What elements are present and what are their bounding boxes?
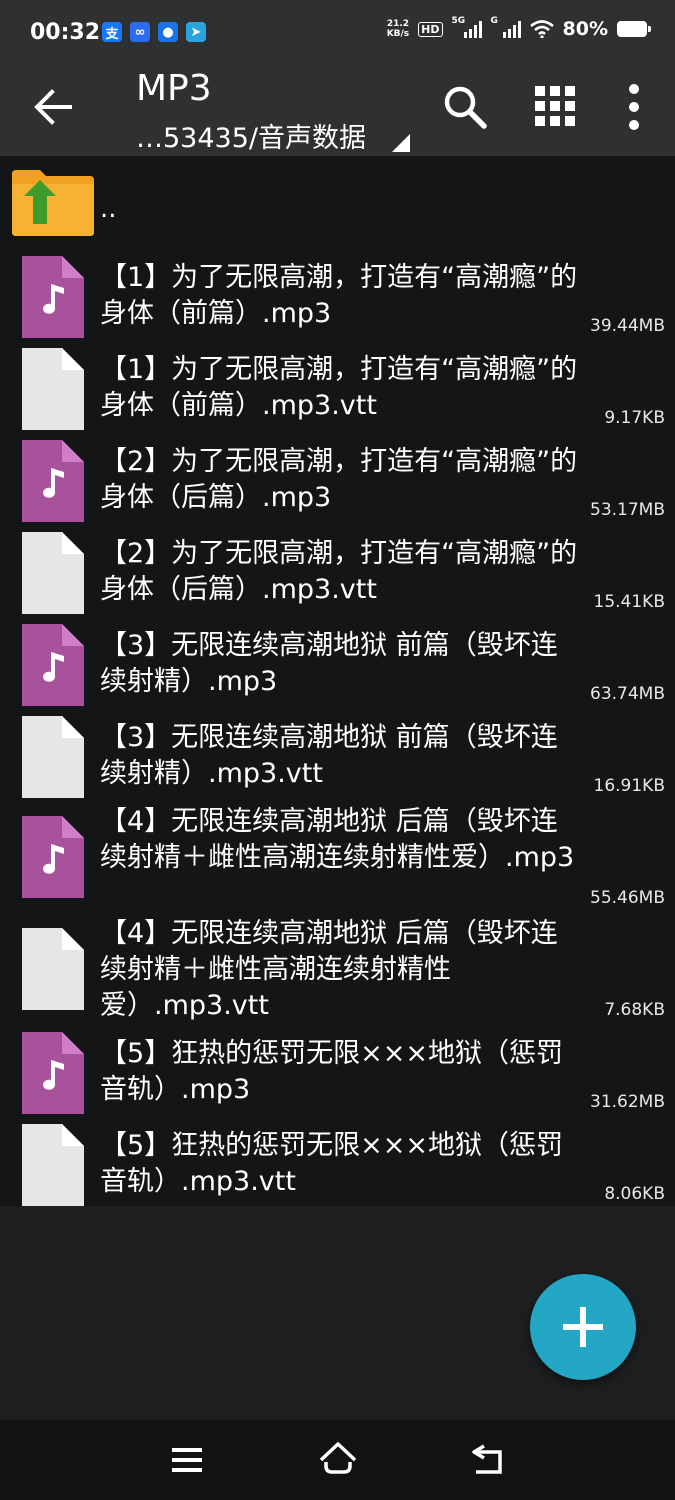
file-name: 【5】狂热的惩罚无限×××地狱（惩罚音轨）.mp3.vtt (100, 1130, 564, 1197)
file-row[interactable]: 【4】无限连续高潮地狱 后篇（毁坏连续射精＋雌性高潮连续射精性爱）.mp3.vt… (0, 914, 675, 1026)
qq-icon: ● (158, 22, 178, 42)
file-name: 【2】为了无限高潮，打造有“高潮瘾”的身体（后篇）.mp3 (100, 446, 578, 513)
home-icon[interactable] (318, 1440, 358, 1478)
text-file-icon (22, 348, 84, 430)
add-fab-button[interactable] (530, 1274, 636, 1380)
signal-5g-icon: 5G (452, 16, 482, 38)
file-name: 【4】无限连续高潮地狱 后篇（毁坏连续射精＋雌性高潮连续射精性爱）.mp3.vt… (100, 918, 558, 1021)
file-size: 53.17MB (590, 500, 665, 520)
audio-file-icon (22, 256, 84, 338)
file-name: 【4】无限连续高潮地狱 后篇（毁坏连续射精＋雌性高潮连续射精性爱）.mp3 (100, 806, 575, 873)
parent-folder-label: .. (100, 194, 117, 224)
back-arrow-icon[interactable] (30, 84, 76, 130)
status-time: 00:32 (30, 20, 101, 45)
folder-path[interactable]: …53435/音声数据 (136, 116, 366, 155)
file-size: 16.91KB (593, 776, 665, 796)
file-row[interactable]: 【2】为了无限高潮，打造有“高潮瘾”的身体（后篇）.mp3 53.17MB (0, 434, 675, 526)
app-bar: MP3 …53435/音声数据 (0, 66, 675, 156)
audio-file-icon (22, 816, 84, 898)
file-row[interactable]: 【5】狂热的惩罚无限×××地狱（惩罚音轨）.mp3 31.62MB (0, 1026, 675, 1118)
audio-file-icon (22, 440, 84, 522)
file-name: 【5】狂热的惩罚无限×××地狱（惩罚音轨）.mp3 (100, 1038, 564, 1105)
system-nav-bar (0, 1420, 675, 1500)
file-row[interactable]: 【3】无限连续高潮地狱 前篇（毁坏连续射精）.mp3 63.74MB (0, 618, 675, 710)
file-name: 【2】为了无限高潮，打造有“高潮瘾”的身体（后篇）.mp3.vtt (100, 538, 578, 605)
hd-voice-icon: HD (418, 21, 443, 37)
text-file-icon (22, 928, 84, 1010)
battery-icon (617, 21, 651, 37)
file-name: 【3】无限连续高潮地狱 前篇（毁坏连续射精）.mp3 (100, 630, 558, 697)
network-speed: 21.2 KB/s (386, 19, 410, 39)
folder-up-icon (12, 170, 94, 236)
file-list: .. 【1】为了无限高潮，打造有“高潮瘾”的身体（前篇）.mp3 39.44MB 【… (0, 156, 675, 1206)
more-options-icon[interactable] (622, 83, 646, 131)
chat-app-icon: ∞ (130, 22, 150, 42)
page-title: MP3 (136, 68, 212, 109)
audio-file-icon (22, 1032, 84, 1114)
plus-icon (563, 1307, 603, 1347)
file-name: 【1】为了无限高潮，打造有“高潮瘾”的身体（前篇）.mp3 (100, 262, 578, 329)
file-size: 31.62MB (590, 1092, 665, 1112)
nav-back-icon[interactable] (470, 1442, 506, 1476)
notification-icons: 支 ∞ ● ➤ (102, 22, 206, 42)
parent-folder-row[interactable]: .. (0, 156, 675, 246)
file-name: 【1】为了无限高潮，打造有“高潮瘾”的身体（前篇）.mp3.vtt (100, 354, 578, 421)
file-size: 9.17KB (604, 408, 665, 428)
file-row[interactable]: 【3】无限连续高潮地狱 前篇（毁坏连续射精）.mp3.vtt 16.91KB (0, 710, 675, 802)
battery-percent: 80% (562, 18, 608, 40)
text-file-icon (22, 532, 84, 614)
path-dropdown-icon[interactable] (392, 134, 410, 152)
file-size: 7.68KB (604, 1000, 665, 1020)
alipay-icon: 支 (102, 22, 122, 42)
file-size: 15.41KB (593, 592, 665, 612)
file-size: 39.44MB (590, 316, 665, 336)
file-size: 55.46MB (590, 888, 665, 908)
file-row[interactable]: 【1】为了无限高潮，打造有“高潮瘾”的身体（前篇）.mp3 39.44MB (0, 250, 675, 342)
file-row[interactable]: 【1】为了无限高潮，打造有“高潮瘾”的身体（前篇）.mp3.vtt 9.17KB (0, 342, 675, 434)
search-icon[interactable] (440, 82, 490, 132)
wifi-icon (529, 20, 554, 38)
recent-apps-icon[interactable] (170, 1444, 206, 1476)
file-size: 63.74MB (590, 684, 665, 704)
audio-file-icon (22, 624, 84, 706)
file-size: 8.06KB (604, 1184, 665, 1204)
telegram-icon: ➤ (186, 22, 206, 42)
grid-view-icon[interactable] (534, 85, 576, 127)
file-name: 【3】无限连续高潮地狱 前篇（毁坏连续射精）.mp3.vtt (100, 722, 558, 789)
file-row[interactable]: 【4】无限连续高潮地狱 后篇（毁坏连续射精＋雌性高潮连续射精性爱）.mp3 55.… (0, 802, 675, 914)
text-file-icon (22, 716, 84, 798)
status-bar: 00:32 支 ∞ ● ➤ 21.2 KB/s HD 5G G 80% (0, 0, 675, 66)
text-file-icon (22, 1124, 84, 1206)
signal-g-icon: G (491, 16, 521, 38)
file-row[interactable]: 【2】为了无限高潮，打造有“高潮瘾”的身体（后篇）.mp3.vtt 15.41KB (0, 526, 675, 618)
file-row[interactable]: 【5】狂热的惩罚无限×××地狱（惩罚音轨）.mp3.vtt 8.06KB (0, 1118, 675, 1210)
